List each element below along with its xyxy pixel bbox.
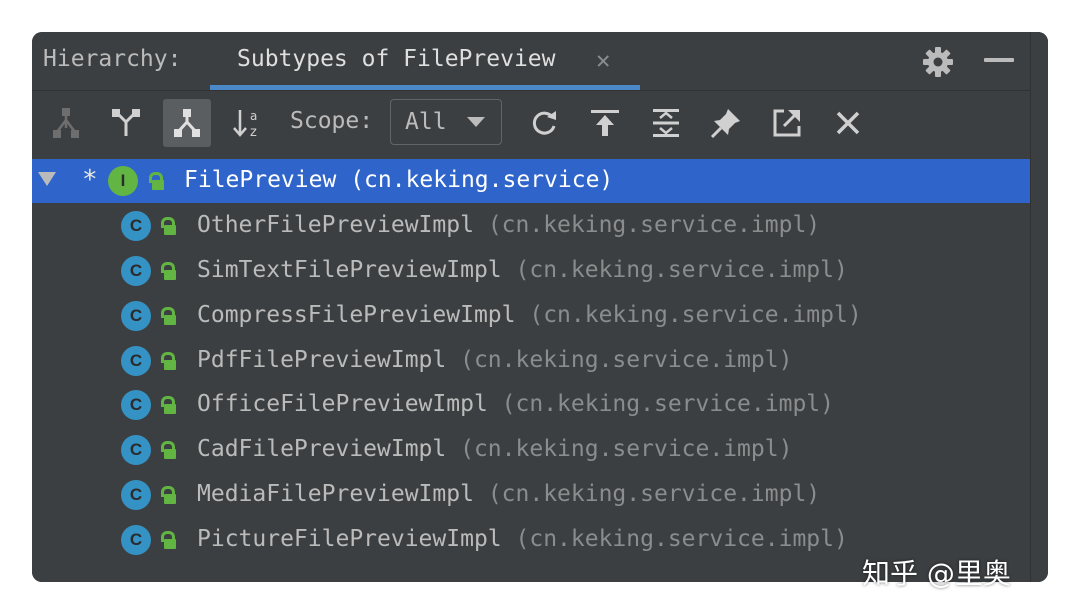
close-icon[interactable]: ✕ [596,46,610,74]
pin-button[interactable] [702,99,750,147]
class-name: OtherFilePreviewImpl [197,212,474,238]
hierarchy-tree: * I FilePreview (cn.keking.service) C Ot… [32,157,1030,582]
side-strip [1030,32,1048,582]
scope-label: Scope: [290,108,374,134]
hierarchy-label: Hierarchy: [43,46,182,72]
package-name: (cn.keking.service.impl) [460,347,793,373]
tree-row[interactable]: C OfficeFilePreviewImpl (cn.keking.servi… [32,383,1030,427]
chevron-down-icon [467,117,485,127]
svg-text:z: z [250,125,257,140]
close-icon [836,111,860,135]
class-icon: C [121,256,151,286]
export-button[interactable] [581,99,629,147]
svg-text:a: a [250,109,257,123]
supertypes-hierarchy-button[interactable] [102,99,150,147]
tree-row[interactable]: C OtherFilePreviewImpl (cn.keking.servic… [32,204,1030,248]
package-name: (cn.keking.service.impl) [515,257,848,283]
class-name: FilePreview [184,167,337,193]
open-in-new-tab-button[interactable] [763,99,811,147]
tree-item-label: PictureFilePreviewImpl (cn.keking.servic… [197,526,848,552]
class-icon: C [121,346,151,376]
package-name: (cn.keking.service.impl) [529,302,862,328]
class-icon: C [121,480,151,510]
tree-item-label: OfficeFilePreviewImpl (cn.keking.service… [197,391,834,417]
class-name: PictureFilePreviewImpl [197,526,502,552]
expand-all-button[interactable] [642,99,690,147]
tab-subtypes[interactable]: Subtypes of FilePreview ✕ [210,32,640,90]
tab-title: Subtypes of FilePreview [237,46,556,72]
tree-row[interactable]: C SimTextFilePreviewImpl (cn.keking.serv… [32,249,1030,293]
tree-item-label: OtherFilePreviewImpl (cn.keking.service.… [197,212,820,238]
class-icon: C [121,435,151,465]
class-icon: C [121,525,151,555]
package-name: (cn.keking.service.impl) [460,436,793,462]
open-in-new-tab-icon [773,109,801,137]
class-name: CompressFilePreviewImpl [197,302,516,328]
tool-window-titlebar: Hierarchy: Subtypes of FilePreview ✕ [32,32,1048,91]
sort-alphabetically-icon: a z [233,109,257,140]
close-hierarchy-button[interactable] [824,99,872,147]
class-name: MediaFilePreviewImpl [197,481,474,507]
public-lock-icon [160,352,176,370]
package-name: (cn.keking.service.impl) [501,391,834,417]
tree-item-label: CompressFilePreviewImpl (cn.keking.servi… [197,302,862,328]
class-hierarchy-button[interactable] [42,99,90,147]
tree-item-label: CadFilePreviewImpl (cn.keking.service.im… [197,436,792,462]
tree-row[interactable]: C CompressFilePreviewImpl (cn.keking.ser… [32,294,1030,338]
export-icon [591,110,619,136]
pin-icon [710,109,740,139]
gear-icon[interactable] [920,44,956,80]
tree-item-label: SimTextFilePreviewImpl (cn.keking.servic… [197,257,848,283]
package-name: (cn.keking.service.impl) [487,481,821,507]
public-lock-icon [160,307,176,325]
tab-active-underline [210,85,640,90]
class-name: SimTextFilePreviewImpl [197,257,502,283]
hierarchy-window: Hierarchy: Subtypes of FilePreview ✕ a z… [32,32,1048,582]
expand-all-icon [653,109,679,137]
sort-alphabetically-button[interactable]: a z [224,99,272,147]
public-lock-icon [160,217,176,235]
expand-triangle-icon[interactable] [38,172,56,186]
tree-row[interactable]: C CadFilePreviewImpl (cn.keking.service.… [32,428,1030,472]
public-lock-icon [160,531,176,549]
tree-row[interactable]: C MediaFilePreviewImpl (cn.keking.servic… [32,473,1030,517]
public-lock-icon [160,262,176,280]
class-name: PdfFilePreviewImpl [197,347,447,373]
subtypes-hierarchy-button[interactable] [163,99,211,147]
class-icon: C [121,301,151,331]
minimize-icon[interactable] [984,58,1014,62]
public-lock-icon [160,396,176,414]
scope-dropdown[interactable]: All [390,99,502,145]
class-icon: C [121,211,151,241]
tree-row[interactable]: C PdfFilePreviewImpl (cn.keking.service.… [32,339,1030,383]
scope-value: All [405,109,447,135]
focus-marker: * [82,165,98,195]
public-lock-icon [148,172,164,190]
watermark-text: 知乎 @里奥 [862,557,1011,590]
tree-item-label: PdfFilePreviewImpl (cn.keking.service.im… [197,347,792,373]
tree-item-label: FilePreview (cn.keking.service) [184,167,613,193]
interface-icon: I [108,166,138,196]
class-hierarchy-icon [53,108,79,138]
refresh-button[interactable] [520,99,568,147]
tree-item-label: MediaFilePreviewImpl (cn.keking.service.… [197,481,820,507]
public-lock-icon [160,486,176,504]
class-name: OfficeFilePreviewImpl [197,391,488,417]
tree-row-root[interactable]: * I FilePreview (cn.keking.service) [32,159,1030,203]
subtypes-hierarchy-icon [174,109,200,137]
package-name: (cn.keking.service) [350,167,614,193]
hierarchy-toolbar: a z Scope: All [32,91,1048,157]
supertypes-hierarchy-icon [112,109,140,136]
refresh-icon [532,111,556,135]
public-lock-icon [160,441,176,459]
package-name: (cn.keking.service.impl) [487,212,821,238]
class-name: CadFilePreviewImpl [197,436,447,462]
class-icon: C [121,390,151,420]
package-name: (cn.keking.service.impl) [515,526,848,552]
